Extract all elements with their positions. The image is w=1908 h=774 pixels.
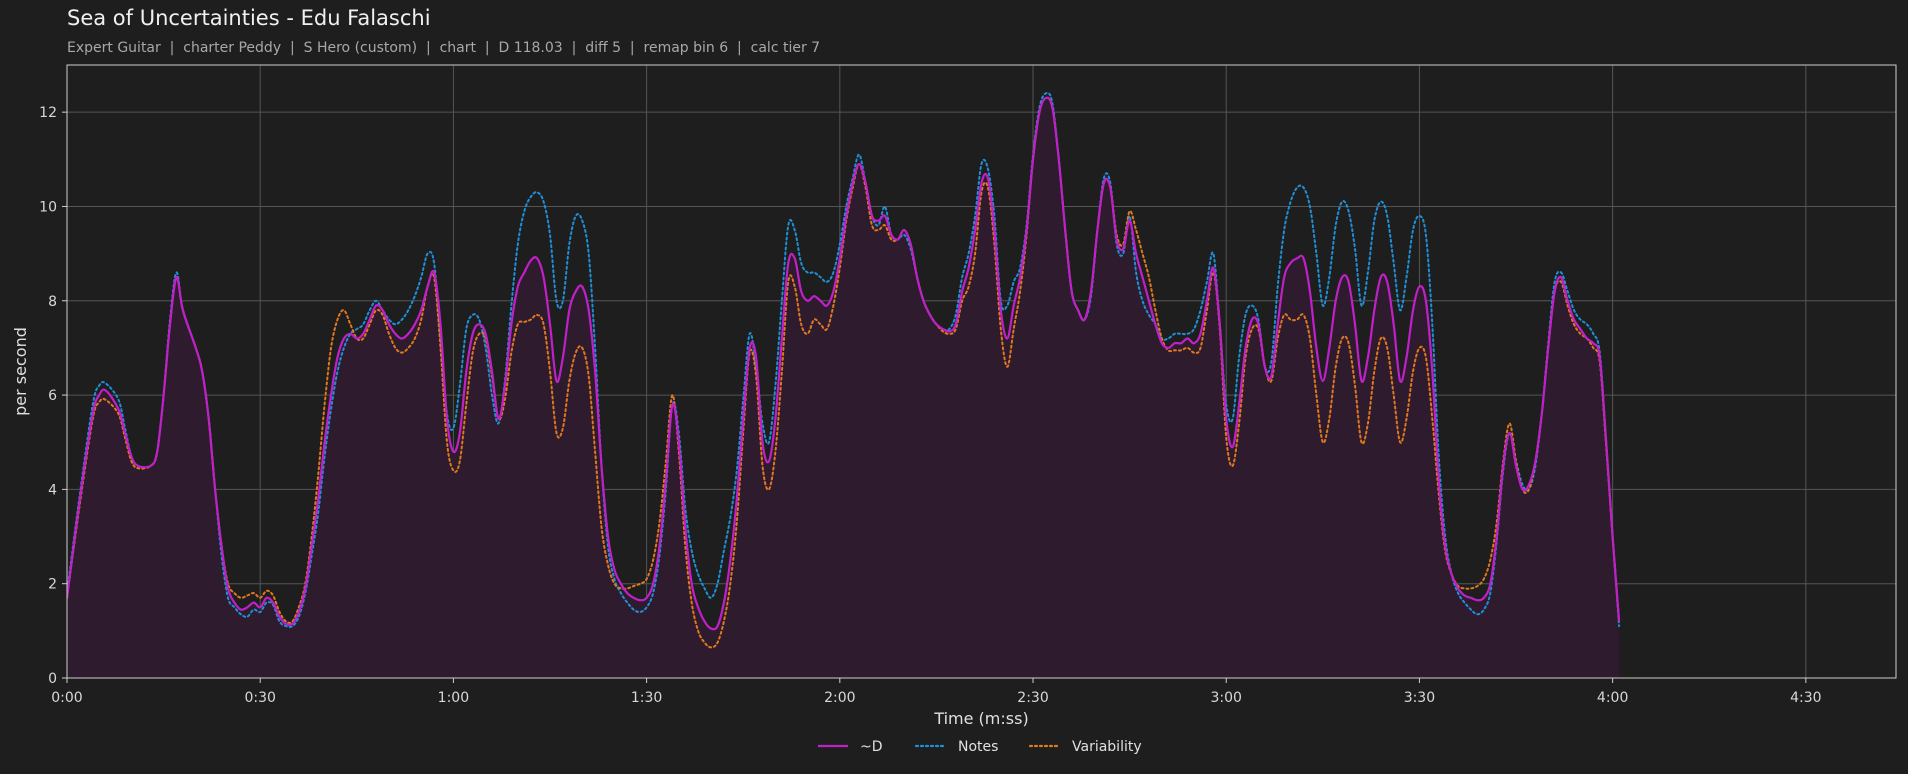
chart-svg: 0:00 0:30 1:00 1:30 2:00 2:30 3:00 3:30 4:00 4:30…	[11, 64, 1897, 755]
y-axis-label: per second	[11, 327, 30, 416]
x-tick-label: 0:30	[244, 690, 275, 706]
legend-label: ~D	[860, 739, 883, 755]
x-tick-label: 1:30	[631, 690, 662, 706]
y-tick-label: 0	[48, 671, 57, 687]
y-axis-ticks: 0 2 4 6 8 10 12	[39, 105, 67, 687]
x-tick-label: 0:00	[51, 690, 82, 706]
legend-item-variability: Variability	[1028, 739, 1142, 755]
legend-label: Notes	[958, 739, 998, 755]
y-tick-label: 6	[48, 388, 57, 404]
y-tick-label: 2	[48, 577, 57, 593]
d-area-fill	[67, 97, 1620, 678]
x-axis-ticks: 0:00 0:30 1:00 1:30 2:00 2:30 3:00 3:30 4:00 4:30	[51, 678, 1822, 706]
plot-area	[67, 91, 1621, 678]
legend-label: Variability	[1072, 739, 1142, 755]
y-tick-label: 10	[39, 199, 57, 215]
x-tick-label: 2:00	[824, 690, 855, 706]
legend: ~D Notes Variability	[818, 739, 1142, 755]
y-tick-label: 12	[39, 105, 57, 121]
y-tick-label: 4	[48, 482, 57, 498]
y-tick-label: 8	[48, 294, 57, 310]
x-tick-label: 3:00	[1210, 690, 1241, 706]
x-tick-label: 1:00	[438, 690, 469, 706]
x-tick-label: 2:30	[1017, 690, 1048, 706]
x-tick-label: 4:30	[1790, 690, 1821, 706]
legend-item-notes: Notes	[914, 739, 998, 755]
x-tick-label: 4:00	[1597, 690, 1628, 706]
x-axis-label: Time (m:ss)	[933, 709, 1028, 728]
x-tick-label: 3:30	[1404, 690, 1435, 706]
legend-item-d: ~D	[818, 739, 883, 755]
